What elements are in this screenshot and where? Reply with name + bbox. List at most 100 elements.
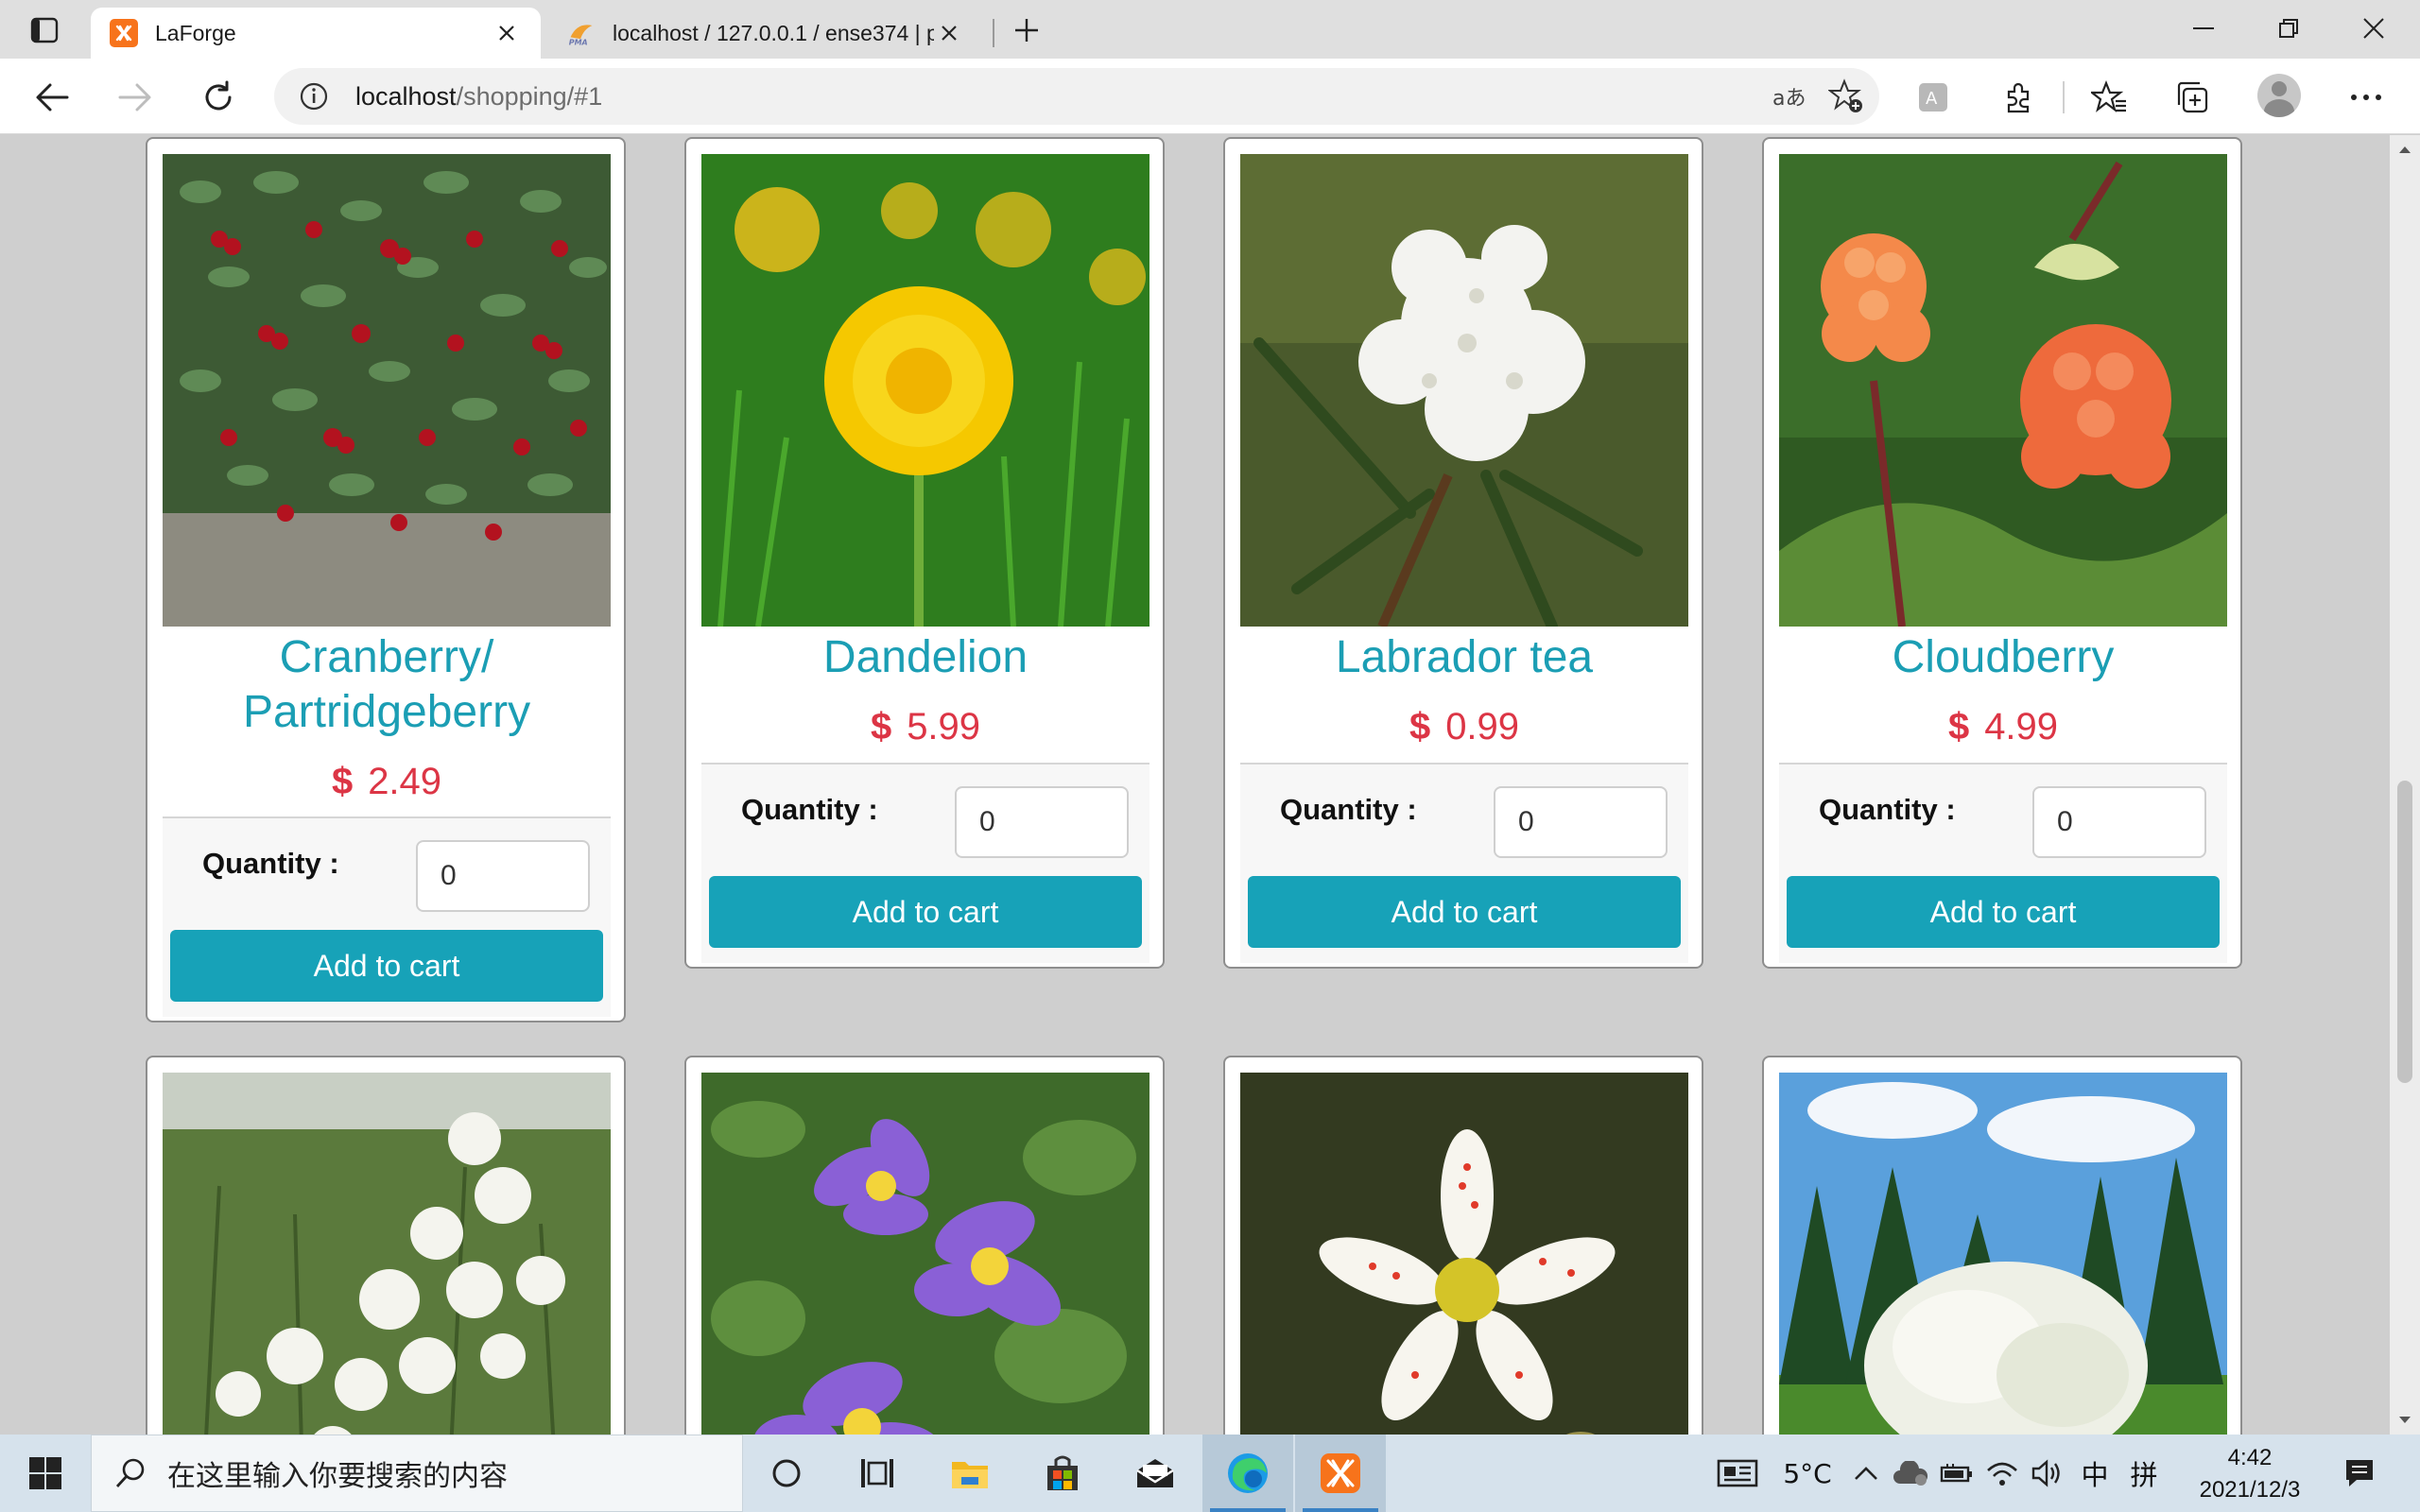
back-icon[interactable] xyxy=(28,74,76,121)
product-image xyxy=(1240,1073,1688,1435)
quantity-input[interactable] xyxy=(1494,786,1668,858)
more-options-icon[interactable] xyxy=(2342,74,2390,121)
card-footer: Quantity : Add to cart xyxy=(163,816,611,1017)
url-path: /shopping/#1 xyxy=(456,81,603,111)
edge-browser-icon[interactable] xyxy=(1202,1435,1293,1512)
product-image xyxy=(163,154,611,627)
toolbar-separator xyxy=(2063,81,2065,113)
close-window-icon[interactable] xyxy=(2331,0,2416,57)
cortana-icon[interactable] xyxy=(741,1435,832,1512)
add-to-cart-button[interactable]: Add to cart xyxy=(709,876,1142,948)
chevron-up-icon[interactable] xyxy=(1847,1435,1885,1512)
quantity-label: Quantity : xyxy=(1819,793,1956,826)
product-price: $2.49 xyxy=(163,761,611,803)
notifications-icon[interactable] xyxy=(2322,1435,2397,1512)
refresh-icon[interactable] xyxy=(195,74,242,121)
scrollbar-thumb[interactable] xyxy=(2397,781,2412,1083)
product-card xyxy=(1762,1056,2242,1435)
extensions-icon[interactable] xyxy=(1995,74,2042,121)
volume-icon[interactable] xyxy=(2027,1435,2068,1512)
onedrive-cloud-icon[interactable] xyxy=(1889,1435,1932,1512)
product-card: Dandelion $5.99 Quantity : Add to cart xyxy=(684,137,1165,969)
battery-icon[interactable] xyxy=(1936,1435,1978,1512)
ime-mode-indicator[interactable]: 拼 xyxy=(2121,1435,2167,1512)
restore-icon[interactable] xyxy=(2246,0,2331,57)
tab-title: LaForge xyxy=(155,20,236,45)
tab-laforge[interactable]: LaForge xyxy=(91,8,541,59)
windows-start-icon[interactable] xyxy=(0,1435,91,1512)
profile-avatar[interactable] xyxy=(2257,74,2301,117)
product-name: Cranberry/ Partridgeberry xyxy=(242,632,531,737)
card-footer: Quantity : Add to cart xyxy=(1779,763,2227,963)
product-card xyxy=(1223,1056,1703,1435)
windows-taskbar: 在这里输入你要搜索的内容 5°C 中 拼 4:42 2021/12/3 xyxy=(0,1435,2420,1512)
product-name: Labrador tea xyxy=(1335,632,1594,682)
close-tab-icon[interactable] xyxy=(934,18,964,48)
collections-icon[interactable] xyxy=(2169,74,2216,121)
browser-toolbar: localhost/shopping/#1 aあ A xyxy=(0,59,2420,134)
minimize-icon[interactable] xyxy=(2161,0,2246,57)
translate-extension-icon[interactable]: A xyxy=(1910,74,1957,121)
tab-separator xyxy=(993,19,994,47)
weather-temperature[interactable]: 5°C xyxy=(1770,1435,1845,1512)
quantity-input[interactable] xyxy=(416,840,590,912)
tab-actions-icon[interactable] xyxy=(21,11,68,49)
taskbar-clock[interactable]: 4:42 2021/12/3 xyxy=(2193,1442,2307,1506)
tab-title: localhost / 127.0.0.1 / ense374 | p xyxy=(613,20,934,45)
product-name: Cloudberry xyxy=(1892,632,2115,682)
quantity-input[interactable] xyxy=(955,786,1129,858)
product-card: Cloudberry $4.99 Quantity : Add to cart xyxy=(1762,137,2242,969)
currency-symbol: $ xyxy=(1409,706,1431,747)
quantity-label: Quantity : xyxy=(202,847,339,880)
white-flower-shrub-photo xyxy=(163,1073,611,1435)
cloudberry-photo xyxy=(1779,154,2227,627)
taskbar-search-box[interactable]: 在这里输入你要搜索的内容 xyxy=(91,1435,743,1512)
product-image xyxy=(701,154,1150,627)
add-to-cart-button[interactable]: Add to cart xyxy=(1248,876,1681,948)
search-placeholder: 在这里输入你要搜索的内容 xyxy=(167,1460,508,1493)
xampp-favicon-icon xyxy=(110,19,138,47)
add-to-cart-button[interactable]: Add to cart xyxy=(170,930,603,1002)
price-value: 2.49 xyxy=(368,761,442,802)
phpmyadmin-favicon-icon: PMA xyxy=(567,19,596,47)
favorites-icon[interactable] xyxy=(2085,74,2133,121)
mail-icon[interactable] xyxy=(1110,1435,1201,1512)
read-aloud-icon[interactable]: aあ xyxy=(1768,73,1815,120)
ime-language-indicator[interactable]: 中 xyxy=(2072,1435,2118,1512)
add-favorite-icon[interactable] xyxy=(1823,73,1870,120)
site-info-icon[interactable] xyxy=(285,68,342,125)
quantity-input[interactable] xyxy=(2032,786,2206,858)
product-image xyxy=(1240,154,1688,627)
labrador-tea-photo xyxy=(1240,154,1688,627)
task-view-icon[interactable] xyxy=(832,1435,923,1512)
product-price: $4.99 xyxy=(1779,706,2227,748)
new-tab-icon[interactable] xyxy=(1004,11,1049,49)
page-scrollbar[interactable] xyxy=(2390,135,2420,1435)
microsoft-store-icon[interactable] xyxy=(1017,1435,1108,1512)
url-host: localhost xyxy=(355,81,457,111)
price-value: 4.99 xyxy=(1984,706,2059,747)
product-name: Dandelion xyxy=(822,632,1028,682)
cranberry-photo xyxy=(163,154,611,627)
currency-symbol: $ xyxy=(870,706,892,747)
svg-text:PMA: PMA xyxy=(569,38,588,46)
flowering-tree-park-photo xyxy=(1779,1073,2227,1435)
tab-phpmyadmin[interactable]: PMA localhost / 127.0.0.1 / ense374 | p xyxy=(548,8,983,59)
close-tab-icon[interactable] xyxy=(492,18,522,48)
product-image xyxy=(701,1073,1150,1435)
card-footer: Quantity : Add to cart xyxy=(701,763,1150,963)
clock-date: 2021/12/3 xyxy=(2199,1477,2301,1503)
scroll-down-icon[interactable] xyxy=(2390,1406,2420,1435)
product-image xyxy=(1779,1073,2227,1435)
add-to-cart-button[interactable]: Add to cart xyxy=(1787,876,2220,948)
scroll-up-icon[interactable] xyxy=(2390,135,2420,163)
xampp-taskbar-icon[interactable] xyxy=(1295,1435,1386,1512)
news-widget-icon[interactable] xyxy=(1713,1435,1762,1512)
wifi-icon[interactable] xyxy=(1981,1435,2023,1512)
card-footer: Quantity : Add to cart xyxy=(1240,763,1688,963)
file-explorer-icon[interactable] xyxy=(925,1435,1015,1512)
product-image xyxy=(1779,154,2227,627)
product-price: $0.99 xyxy=(1240,706,1688,748)
address-bar[interactable]: localhost/shopping/#1 aあ xyxy=(274,68,1879,125)
forward-icon[interactable] xyxy=(112,74,159,121)
